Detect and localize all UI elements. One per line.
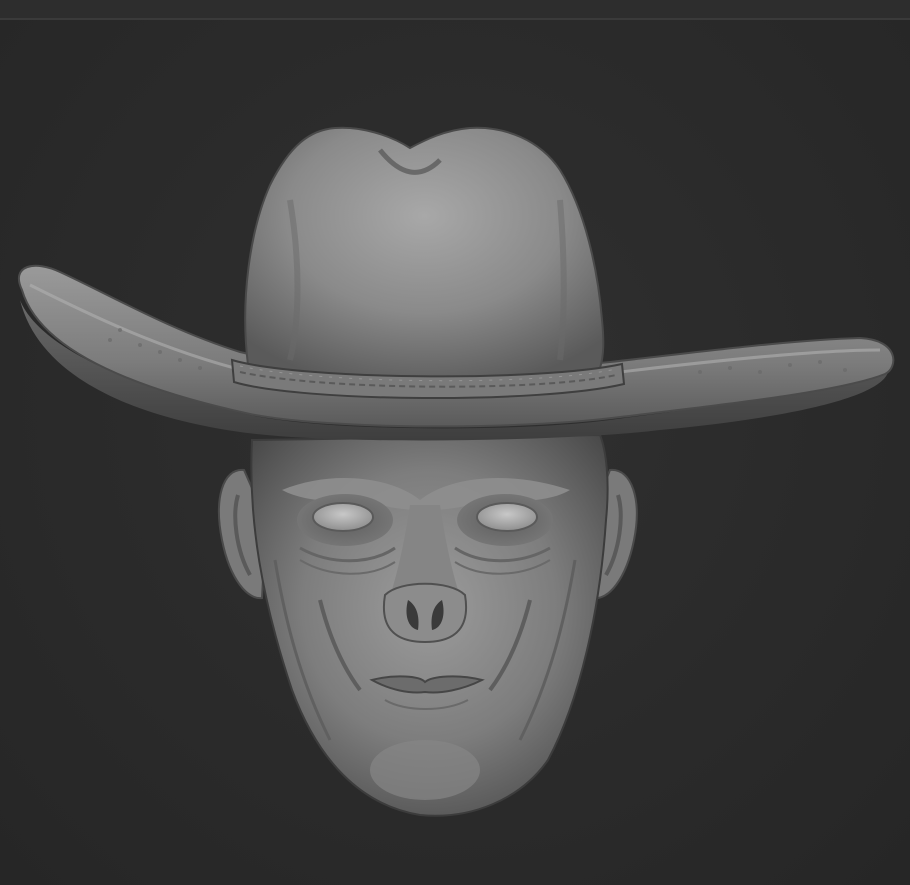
nose: [383, 582, 467, 644]
sculpt-render: [18, 126, 895, 817]
head: [250, 433, 609, 817]
eye-right: [476, 502, 538, 532]
viewport: [0, 0, 910, 885]
eye-left: [312, 502, 374, 532]
